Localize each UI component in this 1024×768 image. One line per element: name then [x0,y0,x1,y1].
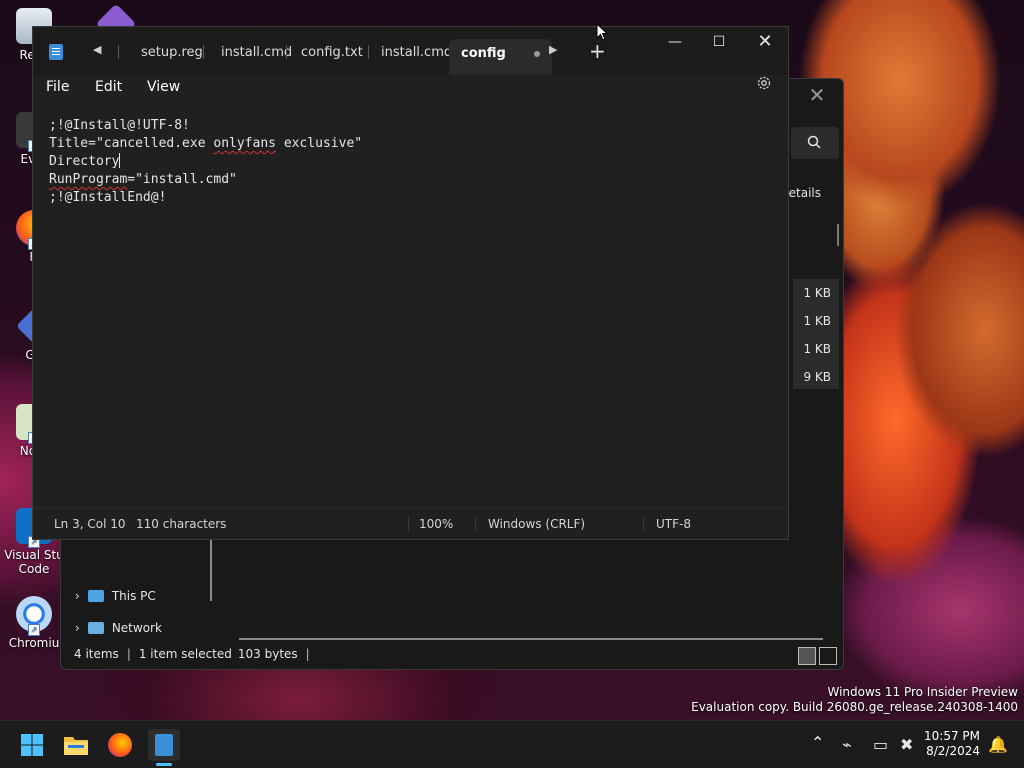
watermark-line: Evaluation copy. Build 26080.ge_release.… [691,700,1018,714]
tab-install-cmd[interactable]: install.cmd [221,41,292,65]
chevron-right-icon[interactable]: › [75,621,80,635]
taskbar: ⌃ ⌁ ▭ ✖ 10:57 PM 8/2/2024 🔔 [0,720,1024,768]
notepad-icon [155,734,173,756]
tab-setup-reg[interactable]: setup.reg [141,41,203,65]
details-view-button[interactable] [798,647,816,665]
close-button[interactable]: ✕ [742,27,788,57]
clock-time: 10:57 PM [924,729,980,743]
active-app-indicator [156,763,172,766]
nav-item-label: Network [111,621,162,635]
text-caret [119,153,121,168]
notepad-window: ◀ setup.reg install.cmd config.txt insta… [32,26,789,540]
explorer-view-buttons [798,647,837,665]
menu-view[interactable]: View [147,79,180,95]
selected-count: 1 item selected [138,647,232,661]
menu-file[interactable]: File [46,79,69,95]
explorer-search-button[interactable] [791,127,839,159]
network-disconnected-icon[interactable]: ⌁ [842,735,852,754]
tab-scroll-right-button[interactable]: ▶ [549,43,557,56]
editor-line: ;!@Install@!UTF-8! [49,118,190,133]
cursor-position: Ln 3, Col 10 [54,517,126,531]
tab-label: config [461,46,506,61]
desktop-icon-label: Visual Stu Code [4,548,64,576]
unsaved-dot-icon [533,50,540,57]
windows-watermark: Windows 11 Pro Insider Preview Evaluatio… [691,685,1018,715]
firefox-icon [108,733,132,757]
tiles-view-button[interactable] [819,647,837,665]
volume-muted-icon[interactable]: ✖ [900,735,913,754]
file-size: 1 KB [803,286,831,300]
notepad-status-bar: Ln 3, Col 10 110 characters 100% Windows… [33,507,788,539]
explorer-close-button[interactable]: ✕ [805,83,829,107]
tab-scroll-left-button[interactable]: ◀ [93,43,101,56]
display-icon[interactable]: ▭ [873,735,888,754]
editor-line: Directory [49,153,121,169]
explorer-status-bar: 4 items | 1 item selected 103 bytes | [74,647,310,661]
folder-icon [64,737,88,755]
line-ending[interactable]: Windows (CRLF) [488,517,585,531]
desktop-icon-label: Chromiu [8,636,60,650]
nav-item-label: This PC [111,589,156,603]
explorer-scrollbar[interactable] [837,224,839,246]
show-hidden-icons-chevron-icon[interactable]: ⌃ [811,733,824,752]
windows-start-icon [21,734,43,756]
monitor-icon [87,590,104,602]
desktop-icon-chromium[interactable]: ↗ Chromiu [4,596,64,650]
minimize-button[interactable]: — [652,27,698,57]
character-count: 110 characters [136,517,227,531]
notepad-titlebar[interactable]: ◀ setup.reg install.cmd config.txt insta… [33,27,788,75]
tab-config[interactable]: config [449,39,552,75]
clock[interactable]: 10:57 PM 8/2/2024 [924,729,980,759]
encoding[interactable]: UTF-8 [656,517,691,531]
text-editor[interactable]: ;!@Install@!UTF-8! Title="cancelled.exe o… [33,101,788,509]
file-size: 1 KB [803,342,831,356]
chevron-right-icon[interactable]: › [75,589,80,603]
search-icon [807,135,821,149]
chromium-icon: ↗ [16,596,52,636]
nav-item-this-pc[interactable]: › This PC [75,585,156,607]
tab-install-cmd-2[interactable]: install.cmd [381,41,452,65]
new-tab-button[interactable]: + [589,39,606,63]
selected-size: 103 bytes [237,647,298,661]
settings-gear-icon[interactable] [756,75,772,91]
file-explorer-taskbar-button[interactable] [60,729,92,761]
network-icon [87,622,104,634]
editor-line: ;!@InstallEnd@! [49,190,167,205]
menu-edit[interactable]: Edit [95,79,122,95]
firefox-taskbar-button[interactable] [104,729,136,761]
mouse-pointer-icon [596,23,608,41]
notepad-menubar: File Edit View [33,75,788,101]
notification-bell-icon[interactable]: 🔔 [988,735,1008,754]
editor-line: RunProgram="install.cmd" [49,172,237,187]
clock-date: 8/2/2024 [926,744,980,758]
start-button[interactable] [16,729,48,761]
file-size: 9 KB [803,370,831,384]
maximize-button[interactable]: ☐ [696,27,742,57]
notepad-app-icon [49,44,63,60]
explorer-nav-pane: › This PC › Network [61,549,211,639]
watermark-line: Windows 11 Pro Insider Preview [827,685,1018,699]
tab-config-txt[interactable]: config.txt [301,41,363,65]
item-count: 4 items [74,647,119,661]
nav-item-network[interactable]: › Network [75,617,162,639]
editor-line: Title="cancelled.exe onlyfans exclusive" [49,136,363,151]
notepad-taskbar-button[interactable] [148,729,180,761]
file-size: 1 KB [803,314,831,328]
zoom-level[interactable]: 100% [419,517,453,531]
